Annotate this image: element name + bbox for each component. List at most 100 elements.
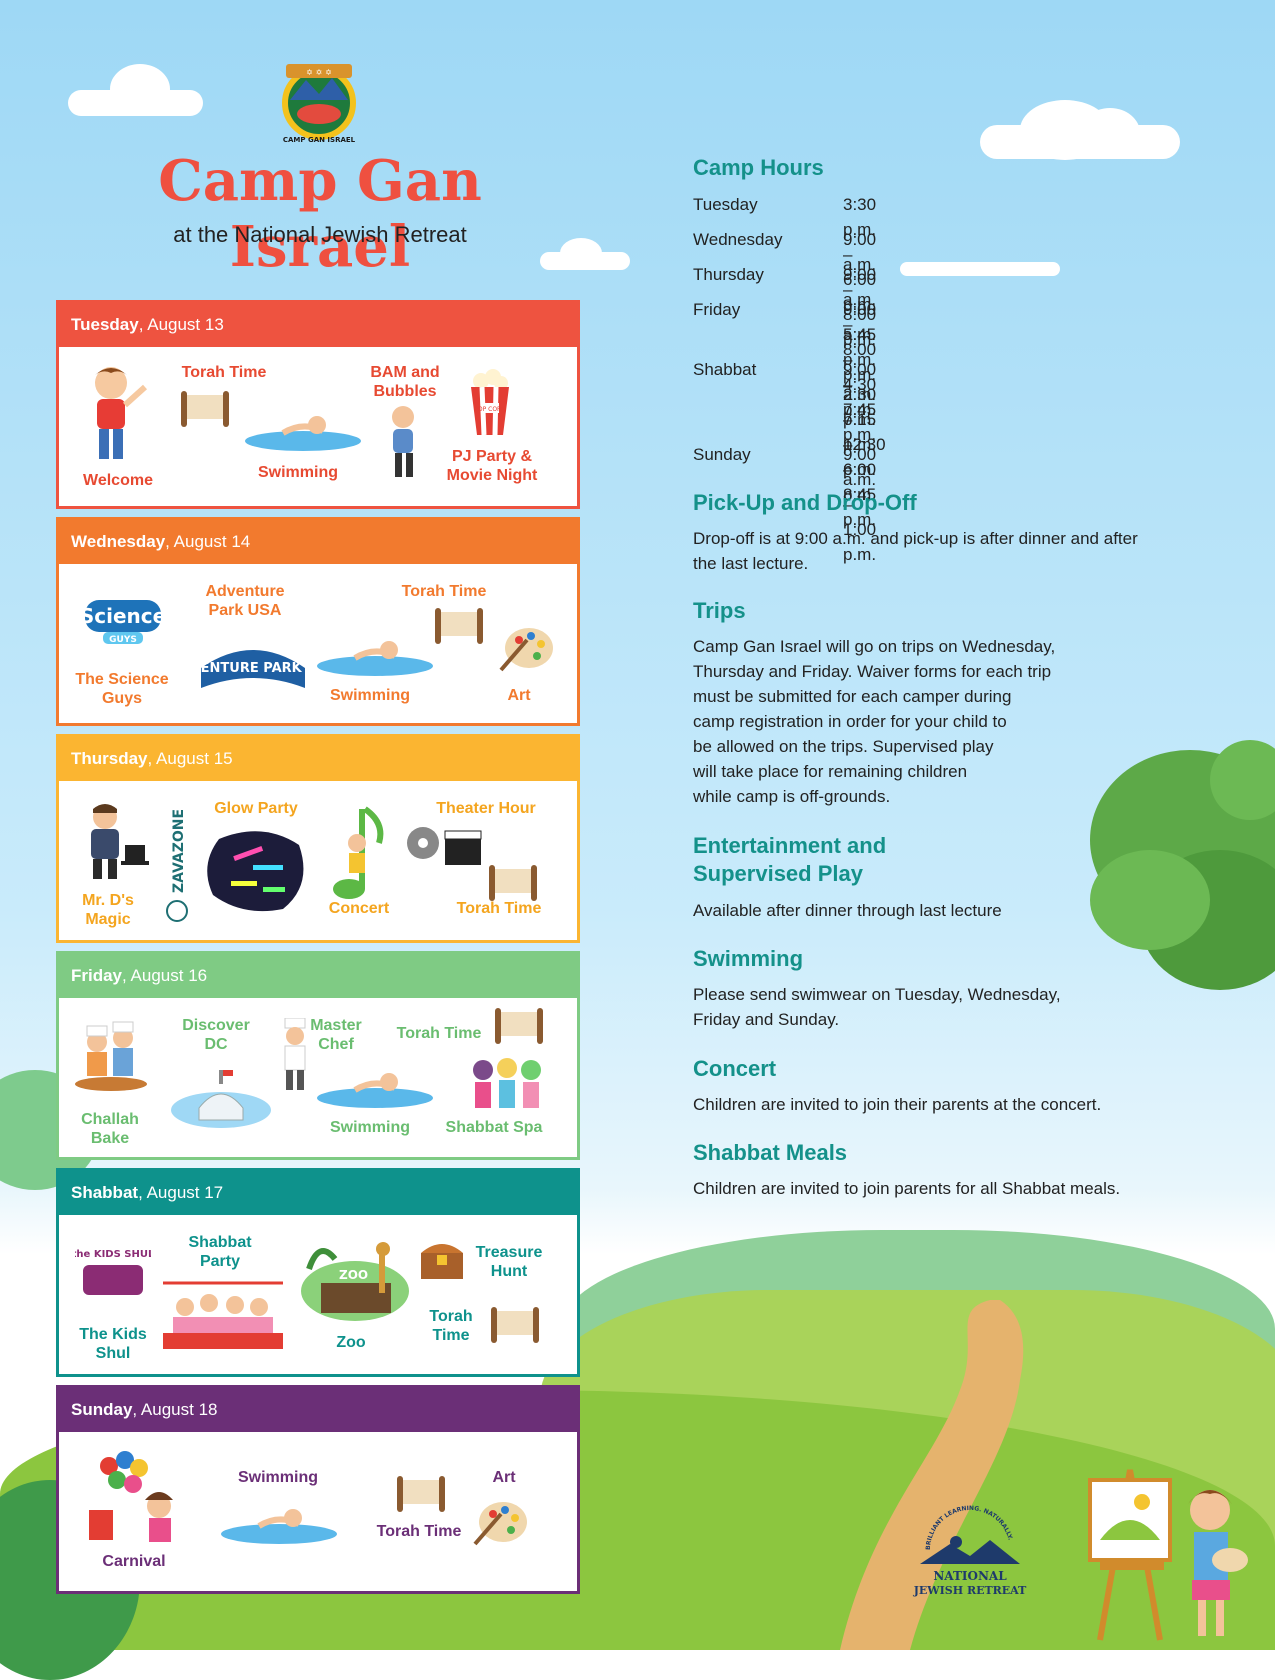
glow-glasses-icon [207,831,304,912]
activity-label: Shabbat Party [188,1234,252,1270]
trips-heading: Trips [693,598,746,623]
text-line: camp registration in order for your chil… [693,712,1007,731]
paint-palette-icon [473,1502,527,1546]
activity-label: Zoo [336,1334,366,1351]
treasure-chest-icon [421,1244,463,1279]
camp-logo: ✡ ✡ ✡ CAMP GAN ISRAEL [282,64,356,144]
day-card-tuesday: Tuesday, August 13 Welcome Torah Time Sw… [56,300,580,509]
activity-label: Shabbat Spa [445,1119,543,1136]
text-line: Drop-off is at 9:00 a.m. and pick-up is … [693,529,1138,548]
activity-label: PJ Party & Movie Night [437,447,547,485]
activity-label: Adventure Park USA [205,583,285,619]
day-card-friday: Friday, August 16 Challah Bake Discover … [56,951,580,1160]
music-note-icon [333,806,384,899]
capitol-dome-icon [171,1070,271,1128]
torah-scroll-icon [491,1307,539,1343]
heading-line: Supervised Play [693,861,863,886]
popcorn-icon: POP CORN [471,369,509,436]
paint-palette-icon [499,628,553,672]
activity-label: Art [507,687,531,704]
cloud [900,262,1060,276]
swimming-text: Please send swimwear on Tuesday, Wednesd… [693,982,1061,1032]
zoo-icon: ZOO [301,1242,409,1321]
svg-text:NATIONAL: NATIONAL [933,1569,1007,1583]
pickup-text: Drop-off is at 9:00 a.m. and pick-up is … [693,526,1138,576]
text-line: Please send swimwear on Tuesday, Wednesd… [693,985,1061,1004]
day-date: , August 13 [138,315,224,334]
pickup-heading: Pick-Up and Drop-Off [693,490,917,515]
day-name: Friday [71,966,123,985]
tree [1090,740,1275,990]
svg-text:ADVENTURE PARK USA: ADVENTURE PARK USA [195,661,311,676]
day-date: , August 15 [147,749,233,768]
activity-label: Master Chef [310,1017,362,1053]
torah-scroll-icon [495,1008,543,1044]
text-line: Thursday and Friday. Waiver forms for ea… [693,662,1052,681]
text-line: must be submitted for each camper during [693,687,1012,706]
text-line: be allowed on the trips. Supervised play [693,737,994,756]
text-line: Children are invited to join parents for… [693,1179,1121,1198]
day-name: Wednesday [71,532,166,551]
heading-line: Entertainment and [693,833,887,858]
activity-label: Challah Bake [81,1111,139,1147]
torah-scroll-icon [397,1476,445,1512]
day-header: Friday, August 16 [59,954,577,998]
magician-icon [91,804,149,879]
pj-party-text: PJ Party & Movie Night [446,448,538,484]
svg-text:ZOO: ZOO [339,1268,368,1282]
svg-text:ZAVAZONE: ZAVAZONE [171,809,187,893]
entertainment-text: Available after dinner through last lect… [693,898,1002,923]
day-card-sunday: Sunday, August 18 Carnival Swimming Tora… [56,1385,580,1594]
hours-day: Shabbat [693,360,757,379]
activity-label: Concert [328,900,390,917]
activity-label: Swimming [237,1469,318,1486]
shabbat-meals-heading: Shabbat Meals [693,1140,848,1165]
activity-label: Glow Party [214,800,298,817]
day-header: Wednesday, August 14 [59,520,577,564]
balloons-girl-icon [89,1451,173,1542]
swimmer-icon [317,641,433,676]
swimming-heading: Swimming [693,946,804,971]
page-subtitle: at the National Jewish Retreat [173,222,467,247]
camp-hours-heading: Camp Hours [693,155,824,180]
swimmer-icon [245,416,361,451]
swimmer-icon [317,1073,433,1108]
text-line: Children are invited to join their paren… [693,1095,1102,1114]
text-line: while camp is off-grounds. [693,787,891,806]
hours-day: Thursday [693,265,764,284]
day-header: Tuesday, August 13 [59,303,577,347]
zavazone-logo: ZAVAZONE [166,809,188,922]
hours-day: Sunday [693,445,751,464]
spa-girls-icon [473,1058,541,1108]
activity-label: Swimming [329,687,410,704]
activity-label: Discover DC [182,1017,250,1053]
girl-painting-easel-icon [1088,1469,1248,1641]
svg-text:the KIDS SHUL: the KIDS SHUL [75,1249,151,1260]
activity-label: Torah Time [376,1523,462,1540]
svg-text:Science: Science [80,604,166,628]
party-crowd-icon [163,1281,283,1349]
day-header: Shabbat, August 17 [59,1171,577,1215]
day-date: , August 16 [122,966,208,985]
hours-day: Wednesday [693,230,783,249]
activity-label: Torah Time [396,1025,482,1042]
boy-waving-icon [95,367,148,459]
day-date: , August 18 [132,1400,218,1419]
text-line: Friday and Sunday. [693,1010,840,1029]
activity-label: Theater Hour [436,800,536,817]
day-header: Thursday, August 15 [59,737,577,781]
activity-label: The Science Guys [75,671,169,707]
day-header: Sunday, August 18 [59,1388,577,1432]
text-line: Camp Gan Israel will go on trips on Wedn… [693,637,1056,656]
svg-text:POP CORN: POP CORN [474,406,505,413]
torah-scroll-icon [435,608,483,644]
activity-label: Torah Time [181,364,267,381]
torah-scroll-icon [181,391,229,427]
svg-text:CAMP GAN ISRAEL: CAMP GAN ISRAEL [283,136,356,144]
hours-day: Friday [693,300,741,319]
day-name: Shabbat [71,1183,139,1202]
bakers-icon [75,1021,147,1091]
text-line: Available after dinner through last lect… [693,901,1002,920]
activity-label: Treasure Hunt [475,1244,543,1280]
kids-shul-logo: the KIDS SHUL [75,1249,151,1295]
